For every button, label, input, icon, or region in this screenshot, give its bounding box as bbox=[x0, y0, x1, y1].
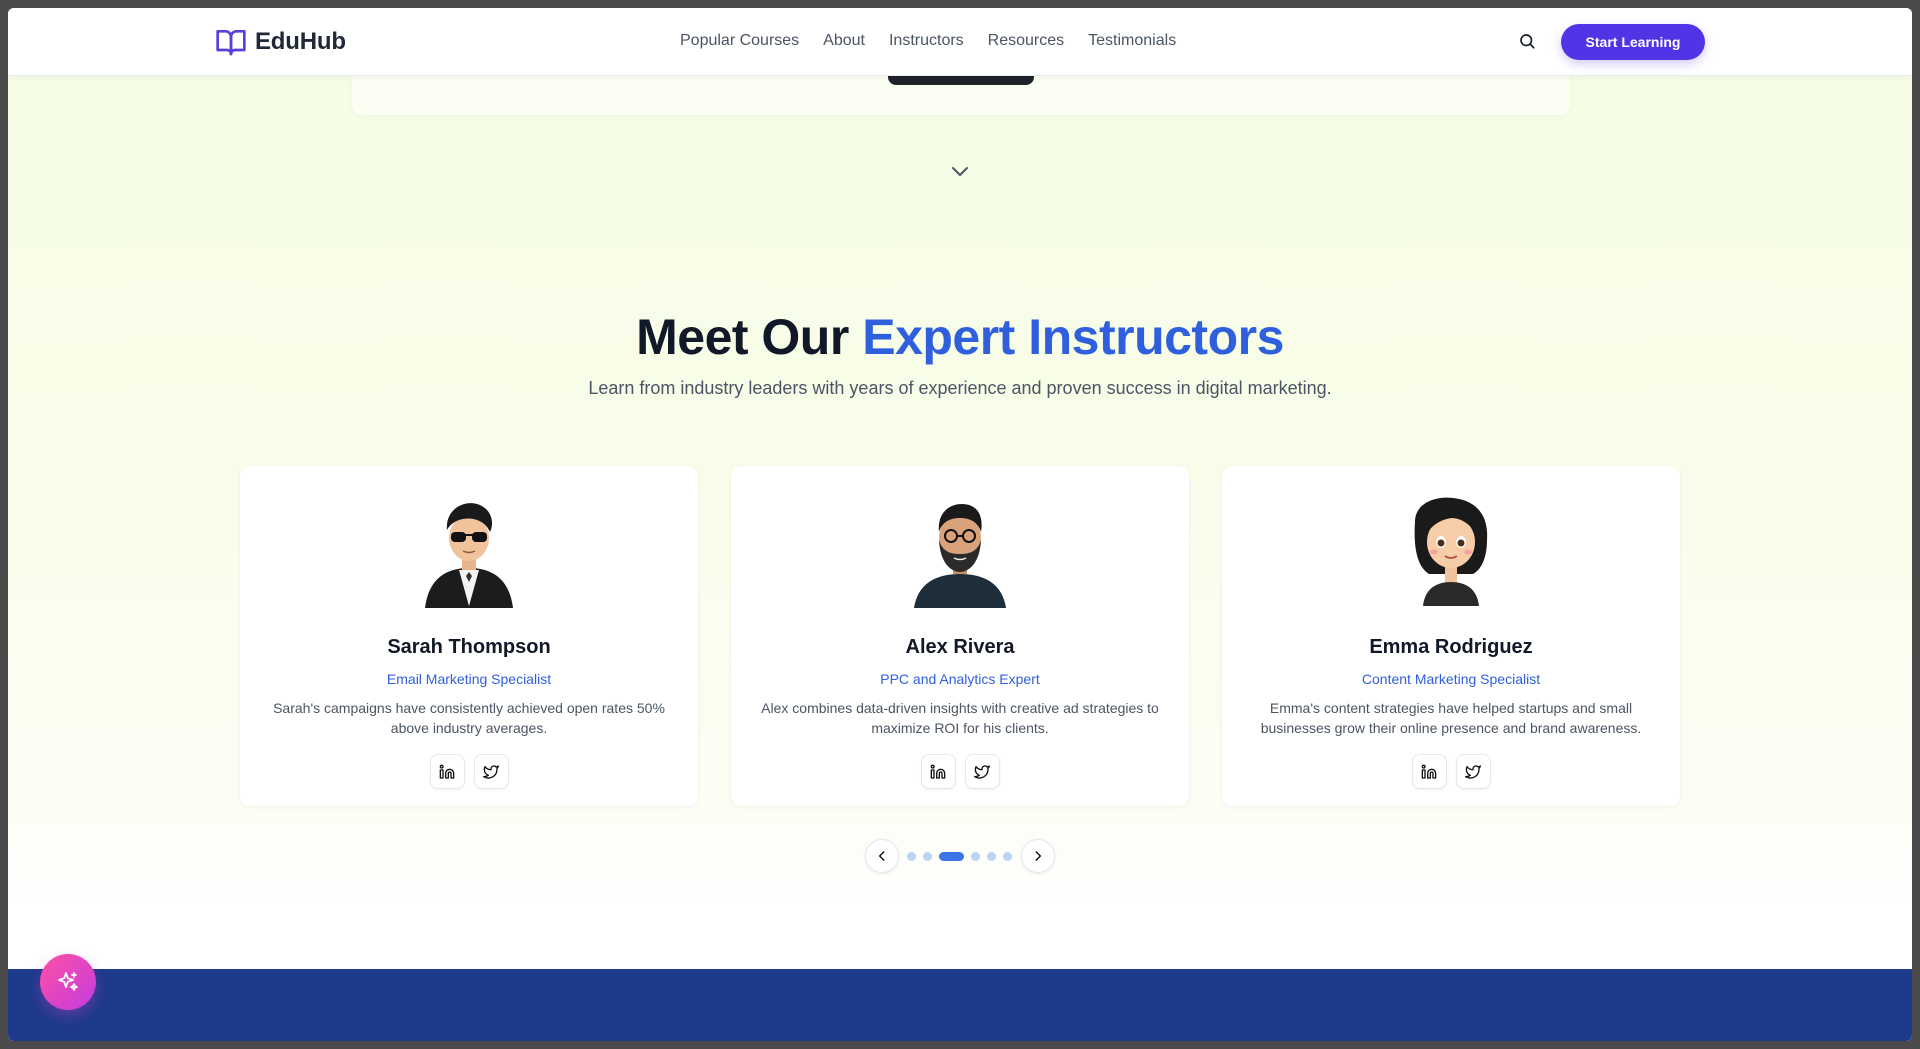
linkedin-button[interactable] bbox=[1411, 754, 1447, 789]
twitter-icon bbox=[483, 764, 499, 779]
nav-resources[interactable]: Resources bbox=[988, 32, 1064, 50]
linkedin-icon bbox=[439, 764, 455, 779]
carousel-prev-button[interactable] bbox=[865, 839, 899, 873]
twitter-button[interactable] bbox=[964, 754, 1000, 789]
brand-name: EduHub bbox=[255, 28, 346, 55]
page: EduHub Popular Courses About Instructors… bbox=[8, 8, 1912, 1041]
linkedin-icon bbox=[930, 764, 946, 779]
avatar bbox=[425, 503, 513, 608]
search-icon[interactable] bbox=[1518, 32, 1536, 50]
social-links bbox=[731, 754, 1189, 789]
instructor-role: Email Marketing Specialist bbox=[386, 671, 552, 687]
browser-frame: EduHub Popular Courses About Instructors… bbox=[8, 8, 1912, 1041]
instructor-bio: Alex combines data-driven insights with … bbox=[761, 700, 1159, 736]
instructor-role: PPC and Analytics Expert bbox=[880, 671, 1040, 687]
chevron-right-icon bbox=[1035, 851, 1042, 861]
social-links bbox=[240, 754, 698, 789]
instructor-bio: Sarah's campaigns have consistently achi… bbox=[273, 700, 665, 736]
instructor-card: Alex Rivera PPC and Analytics Expert Ale… bbox=[731, 466, 1189, 806]
sparkles-icon bbox=[58, 972, 78, 991]
linkedin-button[interactable] bbox=[920, 754, 956, 789]
instructor-name: Sarah Thompson bbox=[387, 636, 551, 658]
carousel-next-button[interactable] bbox=[1021, 839, 1055, 873]
linkedin-icon bbox=[1421, 764, 1437, 779]
twitter-button[interactable] bbox=[1455, 754, 1491, 789]
section-subtitle: Learn from industry leaders with years o… bbox=[588, 378, 1332, 398]
carousel-dot[interactable] bbox=[923, 851, 932, 861]
twitter-icon bbox=[974, 764, 990, 779]
carousel-dot[interactable] bbox=[987, 851, 996, 861]
instructor-bio: Emma's content strategies have helped st… bbox=[1260, 700, 1642, 736]
linkedin-button[interactable] bbox=[429, 754, 465, 789]
start-learning-button[interactable]: Start Learning bbox=[1561, 24, 1705, 60]
social-links bbox=[1222, 754, 1680, 789]
chevron-left-icon bbox=[878, 851, 885, 861]
section-title: Meet Our Expert Instructors bbox=[8, 308, 1912, 366]
book-open-icon bbox=[216, 30, 246, 56]
avatar bbox=[1414, 497, 1488, 606]
avatar bbox=[914, 504, 1006, 608]
ai-assistant-button[interactable] bbox=[40, 954, 96, 1010]
instructor-card: Emma Rodriguez Content Marketing Special… bbox=[1222, 466, 1680, 806]
twitter-button[interactable] bbox=[473, 754, 509, 789]
logo[interactable]: EduHub bbox=[215, 26, 346, 58]
instructor-name: Alex Rivera bbox=[905, 636, 1015, 658]
section-title-main: Meet Our bbox=[636, 309, 849, 365]
instructor-role: Content Marketing Specialist bbox=[1361, 671, 1541, 687]
instructor-name: Emma Rodriguez bbox=[1369, 636, 1533, 658]
nav-instructors[interactable]: Instructors bbox=[889, 32, 964, 50]
main-nav: Popular Courses About Instructors Resour… bbox=[680, 32, 1176, 50]
nav-about[interactable]: About bbox=[823, 32, 865, 50]
footer-band bbox=[8, 969, 1912, 1041]
carousel-dot[interactable] bbox=[907, 851, 916, 861]
carousel-dot[interactable] bbox=[1003, 851, 1012, 861]
twitter-icon bbox=[1465, 764, 1481, 779]
nav-popular-courses[interactable]: Popular Courses bbox=[680, 32, 799, 50]
site-header: EduHub Popular Courses About Instructors… bbox=[8, 8, 1912, 76]
chevron-down-icon[interactable] bbox=[948, 159, 972, 183]
section-title-accent: Expert Instructors bbox=[862, 309, 1284, 365]
carousel-dot[interactable] bbox=[939, 851, 964, 861]
carousel-dot[interactable] bbox=[971, 851, 980, 861]
carousel-dots bbox=[907, 851, 1012, 861]
instructor-card: Sarah Thompson Email Marketing Specialis… bbox=[240, 466, 698, 806]
nav-testimonials[interactable]: Testimonials bbox=[1088, 32, 1176, 50]
